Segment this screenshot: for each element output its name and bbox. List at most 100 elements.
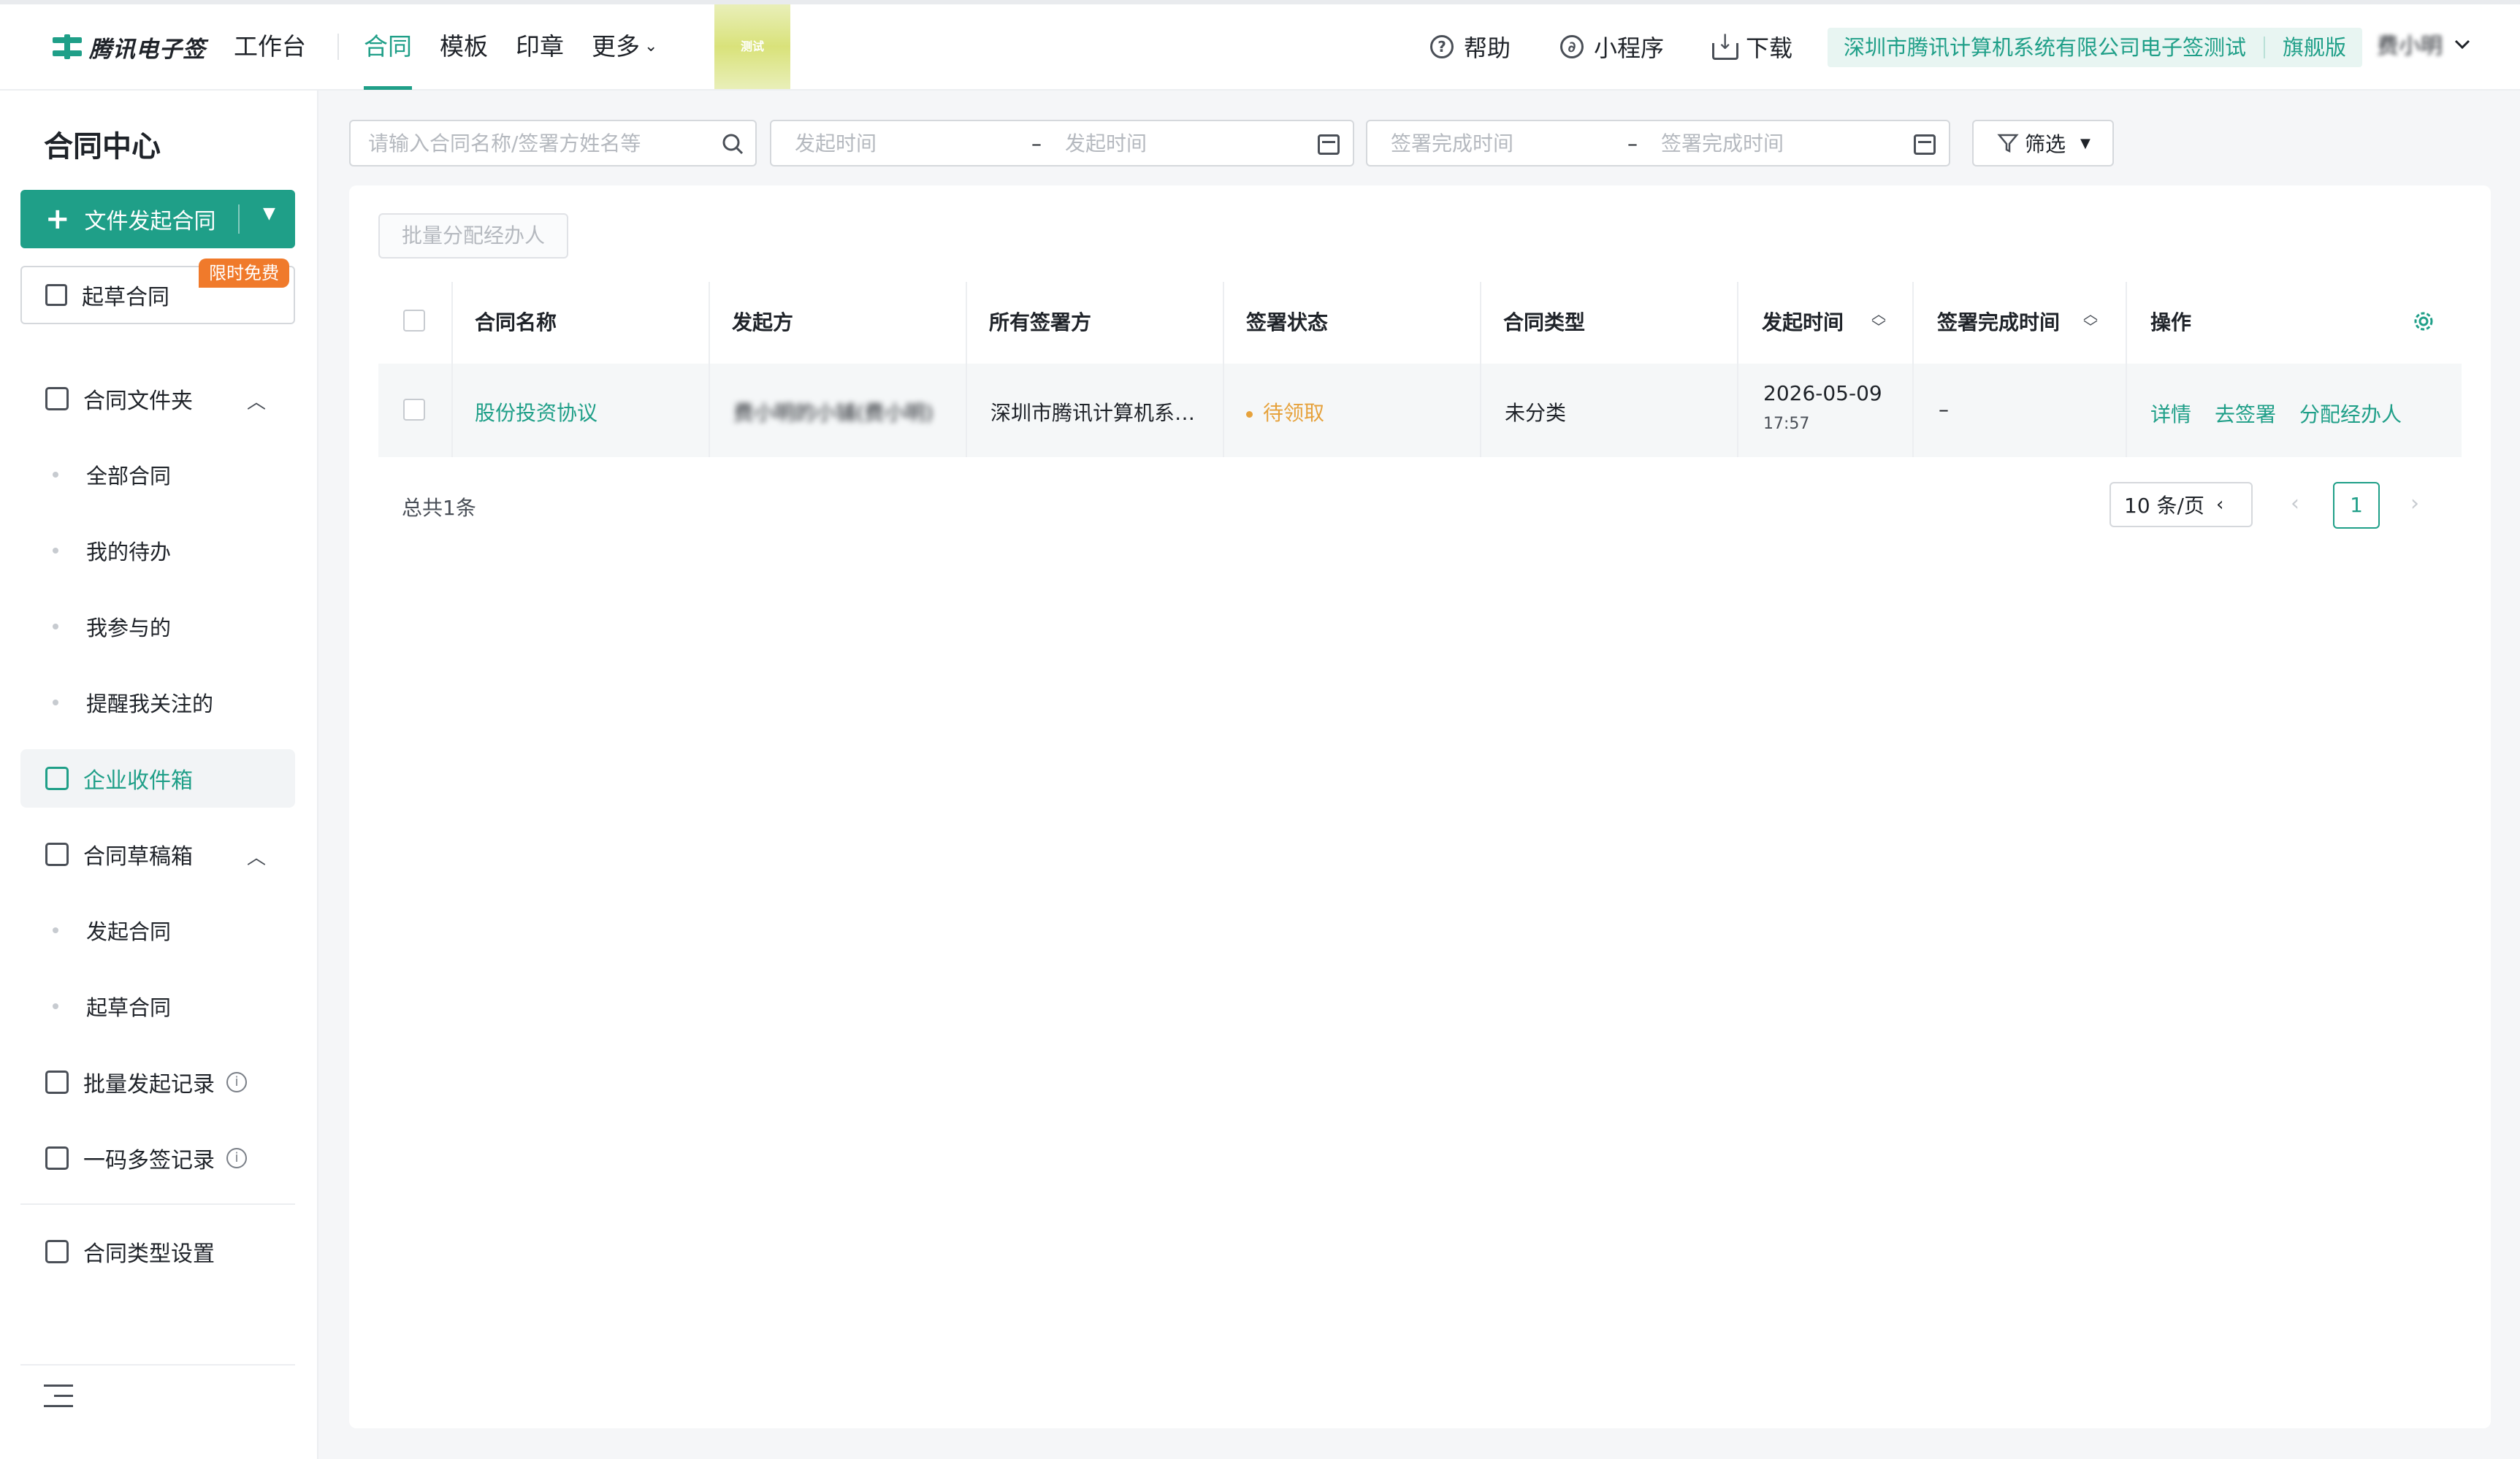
calendar-icon[interactable]	[1318, 134, 1340, 155]
start-time-to-input[interactable]	[1065, 123, 1284, 164]
batch-copy-icon	[45, 1071, 69, 1094]
column-header-name: 合同名称	[475, 310, 557, 334]
inbox-tray-icon	[45, 843, 69, 866]
nav-more[interactable]: 更多 ⌄	[592, 29, 657, 64]
search-icon[interactable]	[722, 133, 744, 155]
search-input[interactable]	[368, 123, 711, 164]
page-size-label: 10 条/页	[2124, 494, 2204, 518]
complete-time-from-input[interactable]	[1391, 123, 1610, 164]
nav-templates[interactable]: 模板	[440, 29, 488, 64]
sidebar-title: 合同中心	[44, 130, 161, 164]
sidebar-item-draft-start[interactable]: 发起合同	[20, 901, 295, 960]
sidebar-item-watched[interactable]: 提醒我关注的	[20, 673, 295, 732]
chevron-down-icon[interactable]	[2451, 34, 2473, 55]
batch-assign-button[interactable]: 批量分配经办人	[378, 213, 568, 259]
mini-program-button[interactable]: ∂ 小程序	[1560, 29, 1664, 64]
total-count: 总共1条	[402, 496, 476, 520]
row-checkbox[interactable]	[403, 399, 425, 421]
sort-icon[interactable]: ︿ ﹀	[2083, 307, 2098, 336]
window-edge	[0, 0, 2520, 4]
brand-logo[interactable]: 腾讯电子签	[53, 29, 206, 64]
funnel-icon	[1997, 134, 2019, 153]
caret-down-icon: ▼	[2080, 135, 2091, 151]
nav-active-indicator	[364, 86, 412, 90]
nav-workbench[interactable]: 工作台	[234, 29, 306, 64]
column-divider	[1737, 282, 1738, 457]
table-row[interactable]	[378, 364, 2462, 457]
column-header-type: 合同类型	[1503, 310, 1586, 334]
help-label: 帮助	[1464, 34, 1511, 62]
sidebar-item-label: 我参与的	[86, 616, 172, 640]
assign-handler-link[interactable]: 分配经办人	[2299, 399, 2402, 428]
sidebar-item-batch-records[interactable]: 批量发起记录 i	[20, 1053, 295, 1111]
brand-name: 腾讯电子签	[89, 36, 206, 63]
sidebar-item-enterprise-inbox[interactable]: 企业收件箱	[20, 749, 295, 808]
plus-icon: +	[45, 202, 70, 236]
gear-icon[interactable]	[2410, 308, 2437, 334]
info-icon[interactable]: i	[226, 1148, 247, 1168]
sidebar-item-label: 合同草稿箱	[83, 844, 193, 870]
start-contract-from-file-button[interactable]: + 文件发起合同 ▼	[20, 190, 295, 248]
sidebar-item-all-contracts[interactable]: 全部合同	[20, 445, 295, 504]
calendar-icon[interactable]	[1914, 134, 1936, 155]
initiator-name: 费小明的小铺(费小明)	[733, 401, 933, 425]
collapse-sidebar-icon[interactable]	[44, 1385, 73, 1408]
company-name: 深圳市腾讯计算机系统有限公司电子签测试	[1844, 35, 2247, 60]
caret-down-icon[interactable]: ▼	[263, 204, 275, 223]
prev-page-icon[interactable]: ‹	[2291, 491, 2299, 516]
start-time-range[interactable]: –	[770, 120, 1354, 166]
complete-time-to-input[interactable]	[1661, 123, 1880, 164]
sidebar-item-label: 提醒我关注的	[86, 692, 214, 716]
download-icon	[1711, 30, 1738, 60]
info-icon[interactable]: i	[226, 1072, 247, 1092]
sidebar-item-drafts[interactable]: 合同草稿箱 ︿	[20, 825, 295, 884]
sort-icon[interactable]: ︿ ﹀	[1871, 307, 1886, 336]
column-divider	[2126, 282, 2127, 457]
sidebar-item-label: 发起合同	[86, 919, 172, 944]
download-button[interactable]: 下载	[1711, 29, 1792, 64]
page-size-select[interactable]: 10 条/页 ‹	[2109, 482, 2253, 527]
column-header-complete-time[interactable]: 签署完成时间	[1937, 307, 2060, 336]
sidebar-item-type-settings[interactable]: 合同类型设置	[20, 1222, 295, 1281]
start-time: 17:57	[1763, 415, 1810, 433]
contract-type: 未分类	[1505, 401, 1567, 425]
draft-contract-label: 起草合同	[82, 285, 169, 310]
next-page-icon[interactable]: ›	[2410, 491, 2419, 516]
range-separator: –	[1627, 131, 1638, 156]
logo-icon	[53, 34, 82, 59]
complete-time: –	[1939, 397, 1949, 421]
go-sign-link[interactable]: 去签署	[2215, 399, 2276, 428]
details-link[interactable]: 详情	[2150, 399, 2191, 428]
sidebar-item-label: 合同文件夹	[83, 388, 193, 414]
sidebar-item-qr-records[interactable]: 一码多签记录 i	[20, 1129, 295, 1187]
complete-time-range[interactable]: –	[1366, 120, 1950, 166]
signers-text: 深圳市腾讯计算机系…	[990, 401, 1196, 425]
page-number[interactable]: 1	[2333, 482, 2380, 529]
filter-label: 筛选	[2025, 132, 2066, 156]
help-button[interactable]: ? 帮助	[1430, 29, 1511, 64]
column-divider	[1223, 282, 1224, 457]
range-separator: –	[1031, 131, 1042, 156]
company-switcher[interactable]: 深圳市腾讯计算机系统有限公司电子签测试 旗舰版	[1828, 28, 2363, 67]
sidebar-item-participated[interactable]: 我参与的	[20, 597, 295, 656]
bullet-icon	[53, 700, 58, 705]
sidebar-item-label: 全部合同	[86, 464, 172, 489]
sidebar-item-label: 一码多签记录	[83, 1148, 215, 1173]
nav-contracts[interactable]: 合同	[364, 29, 412, 64]
sidebar-item-contract-folder[interactable]: 合同文件夹 ︿	[20, 369, 295, 428]
start-contract-label: 文件发起合同	[84, 209, 216, 234]
start-time-from-input[interactable]	[795, 123, 1014, 164]
chevron-left-icon: ‹	[2215, 494, 2224, 516]
filter-button[interactable]: 筛选 ▼	[1972, 120, 2114, 166]
bullet-icon	[53, 472, 58, 478]
sidebar-divider	[20, 1203, 295, 1205]
sidebar-item-draft-compose[interactable]: 起草合同	[20, 977, 295, 1035]
column-header-start-time[interactable]: 发起时间	[1762, 307, 1844, 336]
contract-name-link[interactable]: 股份投资协议	[475, 397, 597, 426]
user-name[interactable]: 费小明	[2377, 29, 2443, 64]
search-box[interactable]	[349, 120, 757, 166]
nav-seals[interactable]: 印章	[516, 29, 564, 64]
sidebar-item-my-todo[interactable]: 我的待办	[20, 521, 295, 580]
select-all-checkbox[interactable]	[403, 310, 425, 332]
sidebar-item-label: 我的待办	[86, 540, 172, 564]
